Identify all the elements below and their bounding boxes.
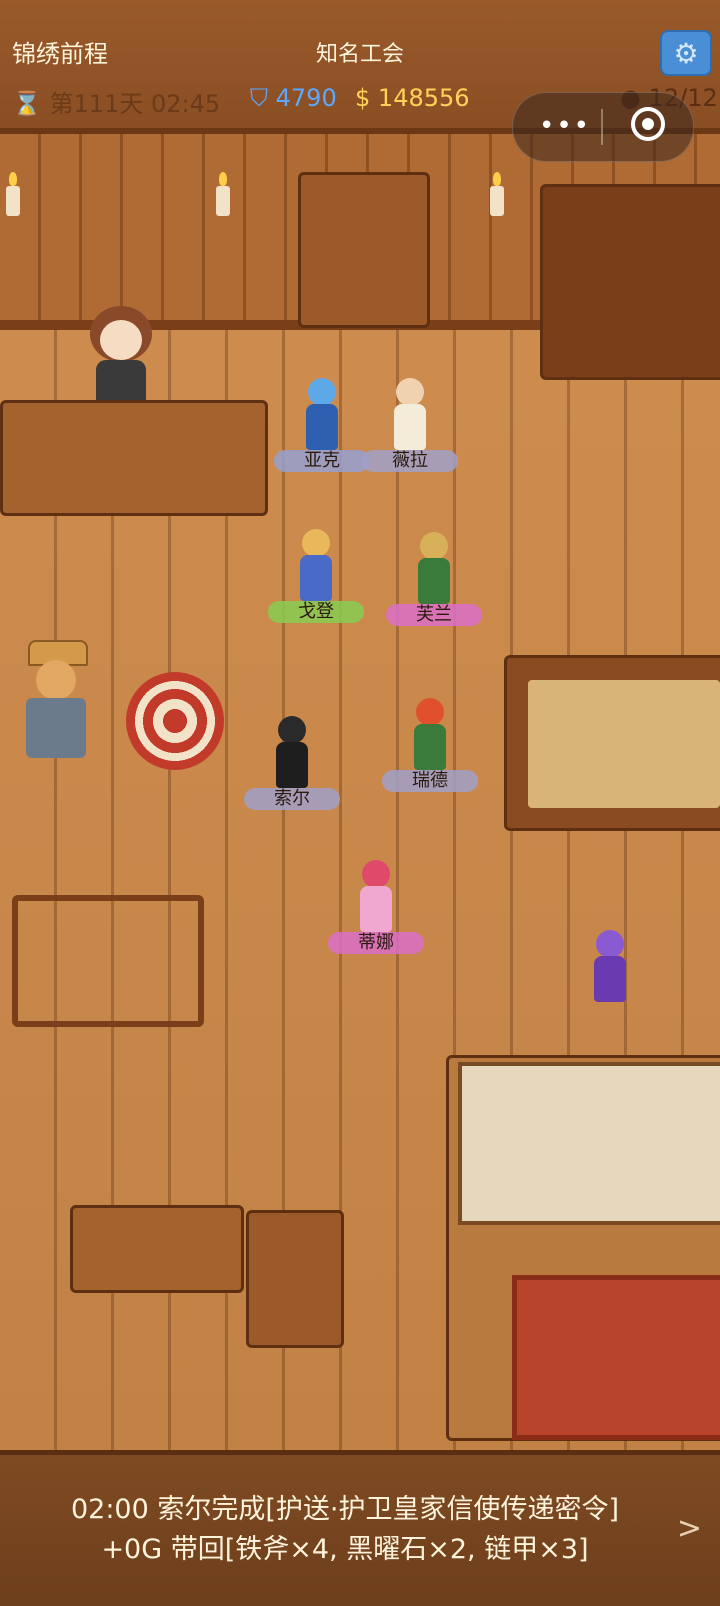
room-partition: [458, 1062, 720, 1225]
mini-program-capsule: •••: [512, 92, 694, 162]
hero-dina[interactable]: 蒂娜: [326, 842, 426, 954]
reputation-value: 4790: [275, 84, 337, 112]
hero-name: 索尔: [244, 788, 340, 810]
day-label: 第111天 02:45: [49, 90, 221, 118]
gold-value: 148556: [377, 84, 470, 112]
event-log[interactable]: 02:00 索尔完成[护送·护卫皇家信使传递密令] +0G 带回[铁斧×4, 黑…: [0, 1450, 720, 1606]
weapon-rack: [12, 895, 204, 1027]
hero-suoer[interactable]: 索尔: [242, 698, 342, 810]
hero-ake[interactable]: 亚克: [272, 352, 372, 472]
hero-gedeng[interactable]: 戈登: [266, 508, 366, 623]
receptionist[interactable]: [86, 300, 156, 400]
reception-desk[interactable]: [0, 400, 268, 516]
potion-shelf[interactable]: [540, 184, 720, 380]
hero-name: 蒂娜: [328, 932, 424, 954]
location-name: 知名工会: [315, 42, 404, 67]
log-next-arrow[interactable]: >: [677, 1511, 702, 1546]
gear-icon: ⚙: [673, 36, 699, 70]
target-icon[interactable]: [631, 107, 665, 141]
guild-door[interactable]: [298, 172, 430, 328]
gold-stat: $ 148556: [355, 84, 470, 112]
hero-name: 薇拉: [362, 450, 458, 472]
settings-button[interactable]: ⚙: [660, 30, 712, 76]
candle: [216, 172, 230, 216]
more-dots-icon[interactable]: •••: [539, 111, 591, 141]
log-line-2: +0G 带回[铁斧×4, 黑曜石×2, 链甲×3]: [101, 1534, 589, 1565]
letter-table: [70, 1205, 244, 1293]
hero-name: 戈登: [268, 601, 364, 623]
quest-notices[interactable]: [528, 680, 720, 808]
hero-name: 亚克: [274, 450, 370, 472]
reputation-stat: ⛉ 4790: [250, 84, 337, 112]
training-scarecrow: [6, 640, 106, 780]
hero-ruide[interactable]: 瑞德: [380, 680, 480, 792]
hero-visitor-mage[interactable]: [570, 912, 650, 1002]
shield-icon: ⛉: [250, 84, 268, 112]
archery-target: [126, 672, 224, 770]
file-cabinet: [246, 1210, 344, 1348]
day-time: ⌛ 第111天 02:45: [12, 84, 220, 119]
hero-fulan[interactable]: 芙兰: [384, 508, 484, 626]
red-rug: [512, 1275, 720, 1440]
hero-weila[interactable]: 薇拉: [360, 352, 460, 472]
capsule-divider: [601, 109, 603, 145]
hourglass-icon: ⌛: [12, 90, 42, 118]
hero-name: 瑞德: [382, 770, 478, 792]
candle: [6, 172, 20, 216]
log-line-1: 02:00 索尔完成[护送·护卫皇家信使传递密令]: [70, 1494, 620, 1525]
candle: [490, 172, 504, 216]
hero-name: 芙兰: [386, 604, 482, 626]
money-bag-icon: $: [355, 84, 371, 112]
